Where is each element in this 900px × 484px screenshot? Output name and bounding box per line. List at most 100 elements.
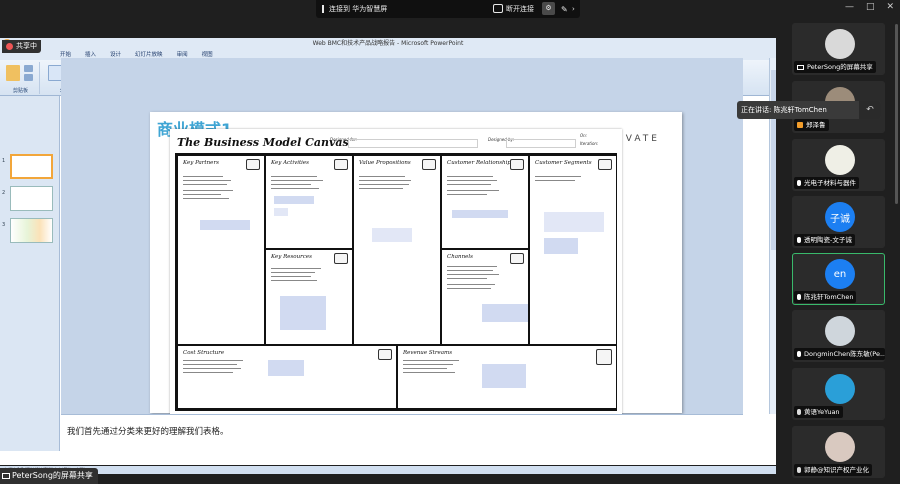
cell-value-propositions: Value Propositions xyxy=(353,155,441,345)
speaking-indicator-text: 正在讲话: 陈兆轩TomChen xyxy=(741,106,827,114)
settings-gear-icon[interactable]: ⚙ xyxy=(542,2,555,15)
cell-title: Key Resources xyxy=(271,254,312,260)
cell-title: Cost Structure xyxy=(183,350,225,356)
microphone-muted-icon xyxy=(797,467,801,473)
cell-key-resources: Key Resources xyxy=(265,249,353,345)
speaker-notes-text: 我们首先通过分类来更好的理解我们表格。 xyxy=(67,427,229,437)
bmc-on: On: xyxy=(580,133,588,138)
participant-tile[interactable]: 光电子材料与器件 xyxy=(792,139,885,191)
cell-channels: Channels xyxy=(441,249,529,345)
meeting-top-bar: 连接到 华为智慧屏 断开连接 ⚙ ✎ › — □ ✕ xyxy=(0,0,900,18)
participant-name: 陈兆轩TomChen xyxy=(804,293,854,301)
ppt-status-bar: 幻灯片 1/3 "默认设计模板" 中文(简体，中国) xyxy=(0,466,776,474)
maximize-button[interactable]: □ xyxy=(866,2,875,12)
sharing-status-chip: 共享中 xyxy=(2,40,41,53)
collapse-arrow-icon[interactable]: ↶ xyxy=(859,101,881,119)
money-bag-icon xyxy=(596,349,612,365)
thumb-number: 3 xyxy=(2,222,6,228)
participant-tile[interactable]: PeterSong的屏幕共享 xyxy=(792,23,885,75)
avatar: en xyxy=(825,259,855,289)
ppt-title-bar: Web BMC和技术产品战略报告 - Microsoft PowerPoint xyxy=(0,38,776,50)
cast-target-label: 连接到 华为智慧屏 xyxy=(329,5,388,13)
cell-title: Channels xyxy=(447,254,473,260)
participant-scrollbar[interactable] xyxy=(895,24,898,204)
participant-name-chip: 陈兆轩TomChen xyxy=(794,291,857,303)
cell-title: Value Propositions xyxy=(359,160,411,166)
person-icon xyxy=(598,159,612,170)
microphone-icon xyxy=(797,180,801,186)
avatar xyxy=(825,145,855,175)
business-model-canvas: The Business Model Canvas Designed for: … xyxy=(170,129,622,414)
participant-tile[interactable]: 郭静@知识产权产业化 xyxy=(792,426,885,478)
thumb-number: 1 xyxy=(2,158,6,164)
participant-name: 光电子材料与器件 xyxy=(804,179,856,187)
cell-key-partners: Key Partners xyxy=(177,155,265,345)
participant-name-chip: 郭静@知识产权产业化 xyxy=(794,464,872,476)
paste-icon[interactable] xyxy=(6,65,20,81)
bmc-designed-by-field xyxy=(506,139,576,148)
slide-thumbnail-3[interactable] xyxy=(10,218,53,243)
factory-worker-icon xyxy=(334,253,348,264)
chevron-right-icon[interactable]: › xyxy=(572,5,575,13)
presenter-screen-share-chip: PeterSong的屏幕共享 xyxy=(0,468,98,484)
participant-name-chip: 光电子材料与器件 xyxy=(794,177,859,189)
copy-icon[interactable] xyxy=(24,74,33,81)
cell-title: Customer Relationships xyxy=(447,160,514,166)
speaker-notes-pane[interactable]: 我们首先通过分类来更好的理解我们表格。 xyxy=(61,414,743,437)
microphone-muted-icon xyxy=(797,409,801,415)
avatar xyxy=(825,374,855,404)
microphone-icon xyxy=(797,351,801,357)
current-slide: 商业模式1 VATE The Business Model Canvas Des… xyxy=(150,112,682,414)
participant-name-chip: PeterSong的屏幕共享 xyxy=(794,61,876,73)
minimize-button[interactable]: — xyxy=(845,2,854,12)
participant-tile[interactable]: DongminChen陈东敏(Pe... xyxy=(792,310,885,362)
cell-revenue-streams: Revenue Streams xyxy=(397,345,617,409)
bmc-iteration: Iteration: xyxy=(580,141,599,146)
cell-key-activities: Key Activities xyxy=(265,155,353,249)
link-icon xyxy=(246,159,260,170)
ppt-window-title: Web BMC和技术产品战略报告 - Microsoft PowerPoint xyxy=(312,40,464,47)
participant-name-chip: 透明陶瓷-文子诚 xyxy=(794,234,855,246)
disconnect-icon[interactable] xyxy=(493,4,503,13)
speaking-indicator: 正在讲话: 陈兆轩TomChen ↶ xyxy=(737,101,881,119)
participant-tile[interactable]: 黄语YeYuan xyxy=(792,368,885,420)
participant-name: 透明陶瓷-文子诚 xyxy=(804,236,852,244)
participant-tile[interactable]: 子诚 透明陶瓷-文子诚 xyxy=(792,196,885,248)
avatar xyxy=(825,29,855,59)
presenter-label: PeterSong的屏幕共享 xyxy=(12,471,93,480)
gift-icon xyxy=(422,159,436,170)
cell-customer-relationships: Customer Relationships xyxy=(441,155,529,249)
price-tag-icon xyxy=(378,349,392,360)
host-icon xyxy=(797,122,803,128)
cell-customer-segments: Customer Segments xyxy=(529,155,617,345)
bmc-grid: Key Partners Key Activities Key Resource… xyxy=(175,153,617,411)
participant-name: 郭静@知识产权产业化 xyxy=(804,466,869,474)
cut-icon[interactable] xyxy=(24,65,33,72)
sharing-status-label: 共享中 xyxy=(16,42,37,50)
slide-thumbnail-2[interactable] xyxy=(10,186,53,211)
truck-icon xyxy=(510,253,524,264)
close-button[interactable]: ✕ xyxy=(886,2,894,12)
participant-name: 黄语YeYuan xyxy=(804,408,840,416)
cell-cost-structure: Cost Structure xyxy=(177,345,397,409)
meeting-bottom-bar xyxy=(0,474,776,484)
slide-thumbnail-1[interactable] xyxy=(10,154,53,179)
cell-title: Customer Segments xyxy=(535,160,592,166)
participant-name: DongminChen陈东敏(Pe... xyxy=(804,350,885,358)
participant-name-chip: 郑泽鲁 xyxy=(794,119,829,131)
disconnect-button[interactable]: 断开连接 xyxy=(506,4,534,14)
checklist-icon xyxy=(334,159,348,170)
cell-title: Revenue Streams xyxy=(403,350,453,356)
bmc-title: The Business Model Canvas xyxy=(177,136,349,149)
cell-title: Key Partners xyxy=(183,160,219,166)
ribbon-group-clipboard: 剪贴板 xyxy=(2,62,40,94)
thumb-number: 2 xyxy=(2,190,6,196)
new-slide-icon[interactable] xyxy=(48,65,62,81)
bmc-designed-for-field xyxy=(348,139,478,148)
microphone-icon xyxy=(797,237,801,243)
pin-icon[interactable]: ✎ xyxy=(561,5,568,14)
participant-tile-active-speaker[interactable]: en 陈兆轩TomChen xyxy=(792,253,885,305)
participant-name-chip: 黄语YeYuan xyxy=(794,406,843,418)
screen-share-icon xyxy=(797,64,804,70)
ribbon-group-label: 剪贴板 xyxy=(12,88,28,94)
